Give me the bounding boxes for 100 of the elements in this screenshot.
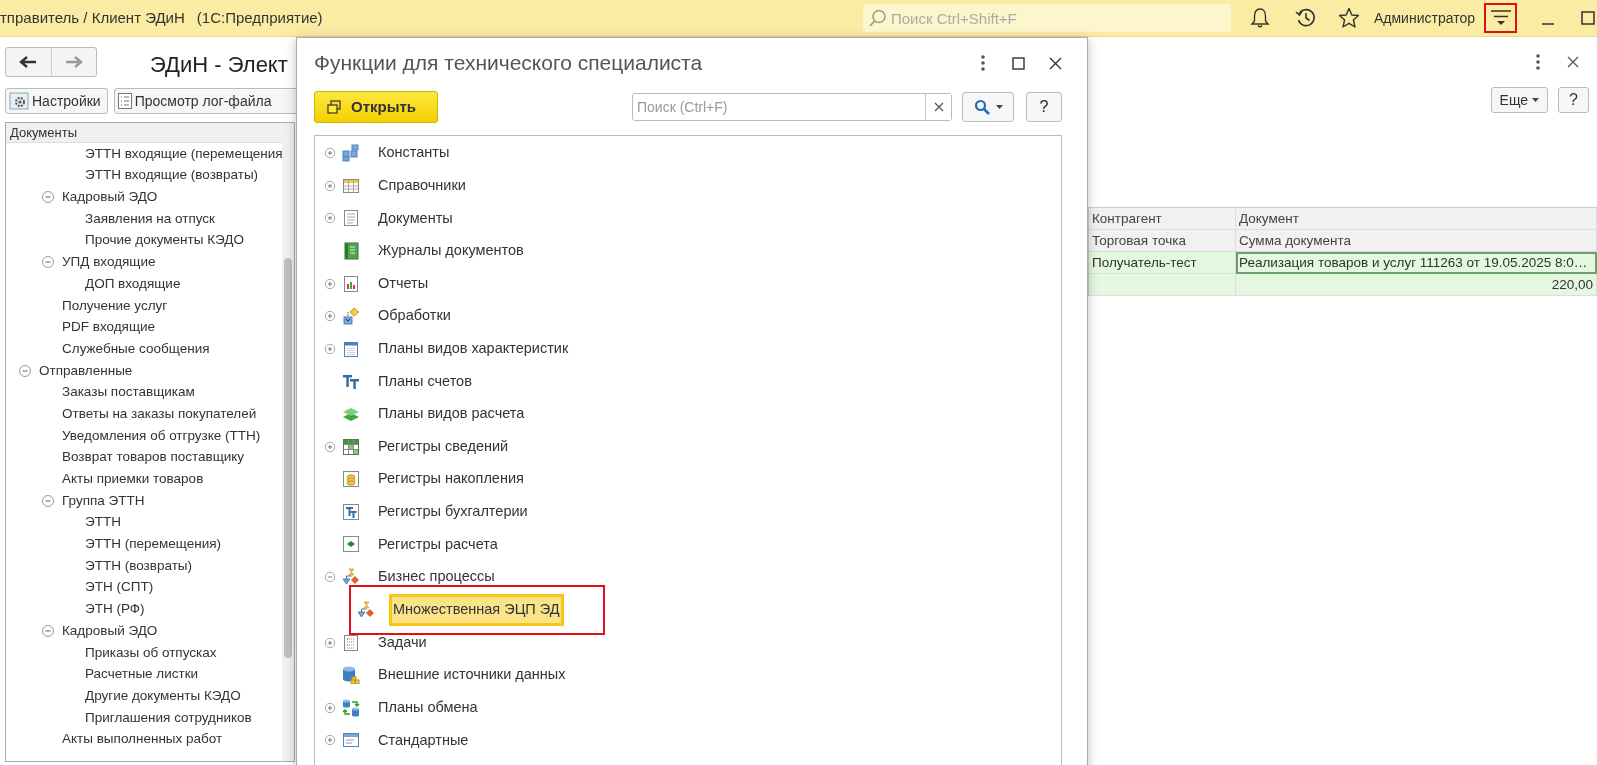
help-button[interactable]: ? <box>1558 87 1589 113</box>
tree-item[interactable]: УПД входящие <box>62 252 156 273</box>
tree-item[interactable]: Возврат товаров поставщику <box>62 447 245 468</box>
tree-item[interactable]: Стандартные <box>374 727 473 754</box>
search-field[interactable]: Поиск Ctrl+Shift+F <box>863 4 1231 32</box>
tree-item[interactable]: Планы видов характеристик <box>374 336 573 362</box>
expand-icon[interactable] <box>324 310 336 323</box>
tree-item[interactable]: Кадровый ЭДО <box>62 620 158 642</box>
user-name[interactable]: Администратор <box>1374 7 1475 29</box>
tree-item[interactable]: Документы <box>374 205 457 232</box>
tree-item[interactable]: ЭТН (СПТ) <box>85 577 154 598</box>
expand-icon[interactable] <box>324 147 336 160</box>
expand-icon[interactable] <box>324 212 336 225</box>
tree-item[interactable]: Журналы документов <box>374 238 528 264</box>
tree-item[interactable]: Акты выполненных работ <box>62 729 223 750</box>
more-button[interactable]: Еще <box>1490 87 1549 113</box>
column-header[interactable]: Торговая точка <box>1089 230 1236 252</box>
tree-item[interactable]: Константы <box>374 140 454 167</box>
diamond-arrow-icon <box>342 307 360 326</box>
tree-item[interactable]: Акты приемки товаров <box>62 469 204 490</box>
tree-item[interactable]: Уведомления об отгрузке (ТТН) <box>62 425 261 446</box>
tree-item[interactable]: Множественная ЭЦП ЭД <box>389 593 564 626</box>
star-icon[interactable] <box>1338 7 1360 29</box>
sync-icon <box>342 698 360 717</box>
tree-item[interactable]: Регистры бухгалтерии <box>374 498 532 525</box>
tree-item[interactable]: Планы обмена <box>374 694 482 721</box>
tree-item[interactable]: Получение услуг <box>62 295 168 316</box>
squares-icon <box>342 144 360 163</box>
open-button[interactable]: Открыть <box>314 91 438 123</box>
collapse-icon[interactable] <box>18 363 32 378</box>
tree-item[interactable]: ЭТН (РФ) <box>85 599 145 620</box>
expand-icon[interactable] <box>324 636 336 649</box>
expand-icon[interactable] <box>324 277 336 290</box>
expand-icon[interactable] <box>324 701 336 714</box>
tree-item[interactable]: Кадровый ЭДО <box>62 187 158 208</box>
gear-icon <box>9 92 29 110</box>
expand-icon[interactable] <box>324 179 336 192</box>
tree-item[interactable]: Задачи <box>374 629 431 656</box>
tree-item[interactable]: Расчетные листки <box>85 664 199 685</box>
tree-item[interactable]: Группа ЭТТН <box>62 490 145 511</box>
table-cell: Реализация товаров и услуг 111263 от 19.05.2025 8:0… <box>1236 252 1597 274</box>
scrollbar[interactable] <box>282 123 294 761</box>
close-icon[interactable] <box>1049 56 1062 70</box>
table-cell: Получатель-тест <box>1089 252 1236 274</box>
tree-item[interactable]: Регистры сведений <box>374 433 513 460</box>
collapse-icon[interactable] <box>41 255 55 270</box>
settings-button[interactable]: Настройки <box>5 88 108 114</box>
collapse-icon[interactable] <box>41 623 55 638</box>
collapse-icon[interactable] <box>41 190 55 205</box>
tree-item[interactable]: Отправленные <box>39 360 133 381</box>
expand-icon[interactable] <box>324 734 336 747</box>
collapse-icon[interactable] <box>41 493 55 508</box>
tree-item[interactable]: Внешние источники данных <box>374 662 570 689</box>
maximize-icon[interactable] <box>1012 56 1025 70</box>
tree-item[interactable]: Регистры расчета <box>374 531 502 558</box>
column-header[interactable]: Контрагент <box>1089 208 1236 230</box>
more-icon[interactable] <box>1535 53 1541 71</box>
more-icon[interactable] <box>980 54 986 72</box>
bell-icon[interactable] <box>1249 7 1271 29</box>
tree-item[interactable]: ЭТТН входящие (возвраты) <box>85 165 259 186</box>
search-button[interactable] <box>962 92 1014 122</box>
tree-item[interactable]: Прочие документы КЭДО <box>85 230 244 251</box>
search-field[interactable]: Поиск (Ctrl+F) <box>632 93 952 121</box>
tree-item[interactable]: Служебные сообщения <box>62 338 210 360</box>
tree-item[interactable]: ЭТТН входящие (перемещения <box>85 143 282 164</box>
help-button[interactable]: ? <box>1026 92 1062 122</box>
tree-item[interactable]: ЭТТН (возвраты) <box>85 555 193 577</box>
history-icon[interactable] <box>1295 7 1317 29</box>
column-header[interactable]: Сумма документа <box>1236 230 1597 252</box>
column-header[interactable]: Документ <box>1236 208 1597 230</box>
tree-item[interactable]: PDF входящие <box>62 317 156 338</box>
tree-item[interactable]: Приказы об отпусках <box>85 642 217 663</box>
tree-item[interactable]: Справочники <box>374 173 470 199</box>
tree-item[interactable]: Отчеты <box>374 270 433 297</box>
maximize-icon[interactable] <box>1579 9 1597 27</box>
book-icon <box>342 242 360 261</box>
dialog-title: Функции для технического специалиста <box>314 50 703 77</box>
tree-item[interactable]: Ответы на заказы покупателей <box>62 403 257 425</box>
tree-header: Документы <box>6 123 282 143</box>
expand-icon[interactable] <box>324 342 336 355</box>
tree-item[interactable]: Приглашения сотрудников <box>85 707 252 728</box>
tree-item[interactable]: Обработки <box>374 303 455 330</box>
tree-item[interactable]: ДОП входящие <box>85 273 181 295</box>
close-icon[interactable] <box>1567 56 1579 68</box>
tree-item[interactable]: Другие документы КЭДО <box>85 685 241 707</box>
tree-item[interactable]: Планы счетов <box>374 368 476 395</box>
caret-icon <box>1532 98 1540 102</box>
tree-item[interactable]: Заказы поставщикам <box>62 382 195 403</box>
tree-item[interactable]: Бизнес процессы <box>374 564 499 590</box>
tree-item[interactable]: Регистры накопления <box>374 466 528 493</box>
menu-button[interactable] <box>1484 3 1517 33</box>
search-icon <box>869 9 887 27</box>
clear-button[interactable] <box>925 94 951 120</box>
tree-item[interactable]: ЭТТН (перемещения) <box>85 534 222 555</box>
collapse-icon[interactable] <box>324 571 336 583</box>
expand-icon[interactable] <box>324 440 336 453</box>
tree-item[interactable]: ЭТТН <box>85 512 121 533</box>
tree-item[interactable]: Планы видов расчета <box>374 401 529 427</box>
grid-icon <box>342 437 360 456</box>
tree-item[interactable]: Заявления на отпуск <box>85 208 215 230</box>
